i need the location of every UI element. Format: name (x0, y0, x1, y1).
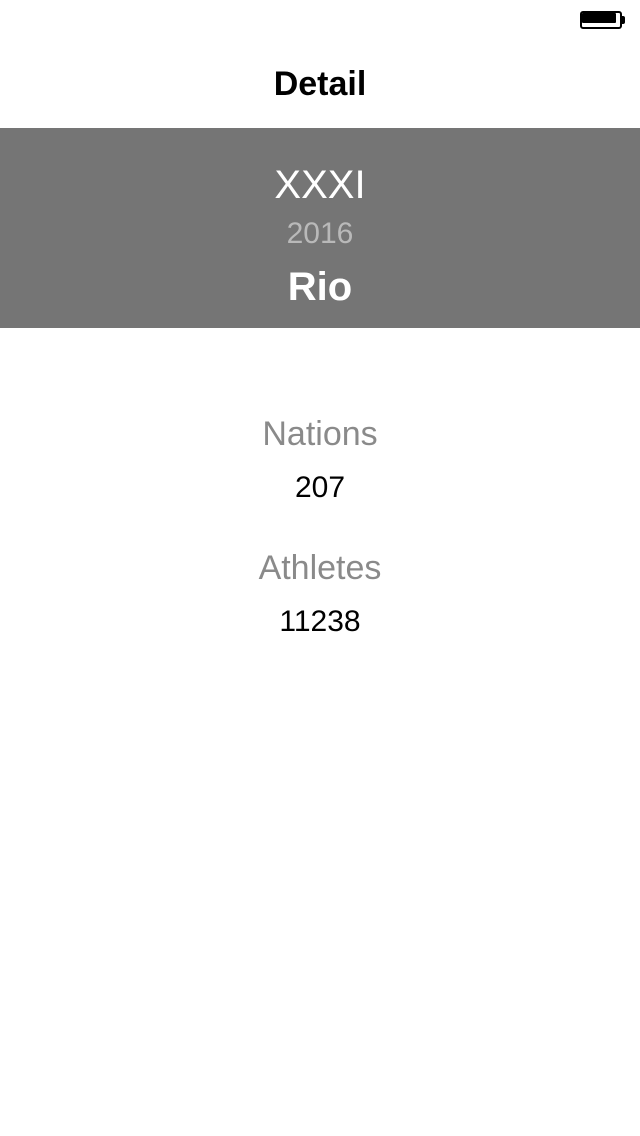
games-city: Rio (287, 265, 353, 309)
athletes-value: 11238 (279, 605, 361, 638)
nations-label: Nations (262, 415, 378, 453)
page-title: Detail (273, 64, 367, 103)
status-bar (0, 0, 640, 40)
detail-screen: Detail XXXI 2016 Rio Nations 207 Athlete… (0, 0, 640, 1136)
battery-full-icon (580, 11, 625, 29)
nations-value: 207 (294, 471, 346, 504)
athletes-label: Athletes (258, 549, 382, 587)
games-year: 2016 (286, 217, 354, 250)
navigation-bar: Detail (0, 40, 640, 128)
games-numeral: XXXI (274, 163, 366, 207)
games-header-banner: XXXI 2016 Rio (0, 128, 640, 328)
